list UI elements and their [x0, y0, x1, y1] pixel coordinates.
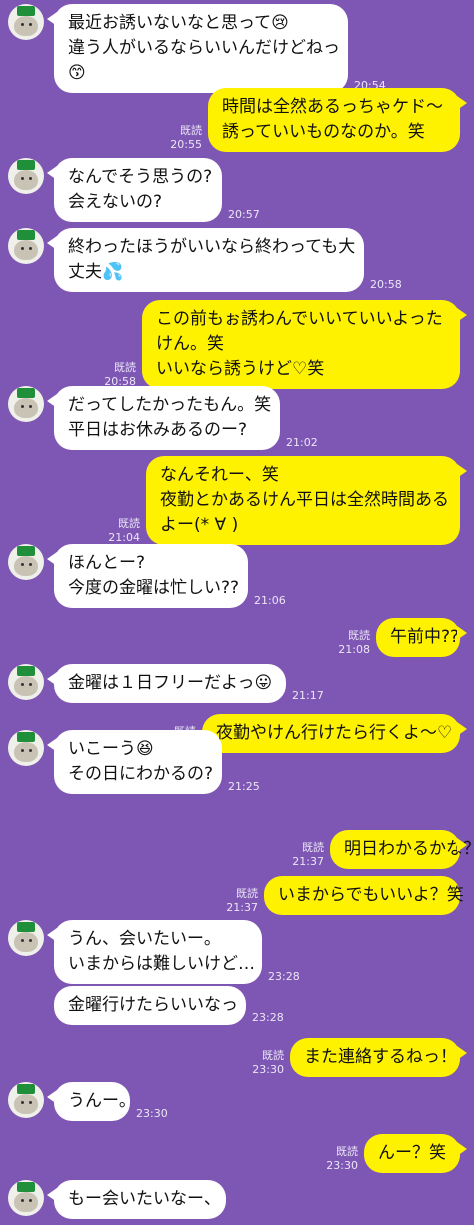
message-meta: 既読 23:30 — [252, 1049, 284, 1077]
message-timestamp: 21:17 — [292, 689, 324, 702]
message-meta: 21:02 — [286, 436, 318, 450]
message-row: 金曜は１日フリーだよっ😛 21:17 — [0, 664, 474, 703]
contact-avatar[interactable] — [8, 730, 44, 766]
read-receipt: 既読 — [302, 841, 324, 854]
message-row: なんでそう思うの? 会えないの? 20:57 — [0, 158, 474, 222]
read-receipt: 既読 — [180, 124, 202, 137]
message-timestamp: 21:08 — [338, 643, 370, 656]
sent-message-bubble[interactable]: いまからでもいいよ？笑 — [264, 876, 464, 915]
message-timestamp: 23:30 — [326, 1159, 358, 1172]
message-row: 金曜行けたらいいなっ 23:28 — [0, 986, 474, 1025]
message-row: うんー。 23:30 — [0, 1082, 474, 1121]
read-receipt: 既読 — [118, 517, 140, 530]
received-message-bubble[interactable]: なんでそう思うの? 会えないの? — [47, 158, 222, 222]
message-row: 最近お誘いないなと思って😢 違う人がいるならいいんだけどねっ 😙 20:54 — [0, 4, 474, 93]
message-timestamp: 20:58 — [370, 278, 402, 291]
message-meta: 既読 21:08 — [338, 629, 370, 657]
message-row: 終わったほうがいいなら終わっても大 丈夫💦 20:58 — [0, 228, 474, 292]
message-timestamp: 23:30 — [136, 1107, 168, 1120]
message-row: また連絡するねっ！ 既読 23:30 — [0, 1038, 474, 1077]
received-message-bubble[interactable]: 最近お誘いないなと思って😢 違う人がいるならいいんだけどねっ 😙 — [47, 4, 348, 93]
received-message-bubble[interactable]: うんー。 — [47, 1082, 136, 1121]
sent-message-bubble[interactable]: この前もぉ誘わんでいいていいよった けん。笑 いいなら誘うけど♡笑 — [142, 300, 467, 389]
message-row: 時間は全然あるっちゃケド〜 誘っていいものなのか。笑 既読 20:55 — [0, 88, 474, 152]
message-timestamp: 23:28 — [252, 1011, 284, 1024]
read-receipt: 既読 — [336, 1145, 358, 1158]
message-meta: 既読 21:04 — [108, 517, 140, 545]
message-row: ほんとー? 今度の金曜は忙しい?? 21:06 — [0, 544, 474, 608]
message-row: この前もぉ誘わんでいいていいよった けん。笑 いいなら誘うけど♡笑 既読 20:58 — [0, 300, 474, 389]
message-row: もー会いたいなー、 — [0, 1180, 474, 1219]
message-row: いこーう😆 その日にわかるの? 21:25 — [0, 730, 474, 794]
sent-message-bubble[interactable]: なんそれー、笑 夜勤とかあるけん平日は全然時間ある よー(* ∀ ) — [146, 456, 467, 545]
read-receipt: 既読 — [114, 361, 136, 374]
message-meta: 23:30 — [136, 1107, 168, 1121]
read-receipt: 既読 — [348, 629, 370, 642]
received-message-bubble[interactable]: 終わったほうがいいなら終わっても大 丈夫💦 — [47, 228, 364, 292]
contact-avatar[interactable] — [8, 158, 44, 194]
message-meta: 既読 20:58 — [104, 361, 136, 389]
message-row: 明日わかるかな？ 既読 21:37 — [0, 830, 474, 869]
message-meta: 既読 21:37 — [226, 887, 258, 915]
sent-message-bubble[interactable]: 時間は全然あるっちゃケド〜 誘っていいものなのか。笑 — [208, 88, 467, 152]
received-message-bubble[interactable]: だってしたかったもん。笑 平日はお休みあるのー? — [47, 386, 280, 450]
message-timestamp: 20:55 — [170, 138, 202, 151]
message-row: 午前中?? 既読 21:08 — [0, 618, 474, 657]
sent-message-bubble[interactable]: 明日わかるかな？ — [330, 830, 474, 869]
contact-avatar[interactable] — [8, 1082, 44, 1118]
sent-message-bubble[interactable]: また連絡するねっ！ — [290, 1038, 467, 1077]
message-row: んー？笑 既読 23:30 — [0, 1134, 474, 1173]
contact-avatar[interactable] — [8, 1180, 44, 1216]
message-row: なんそれー、笑 夜勤とかあるけん平日は全然時間ある よー(* ∀ ) 既読 21:0… — [0, 456, 474, 545]
message-meta: 既読 21:37 — [292, 841, 324, 869]
message-timestamp: 23:30 — [252, 1063, 284, 1076]
message-meta: 既読 20:55 — [170, 124, 202, 152]
received-message-bubble[interactable]: いこーう😆 その日にわかるの? — [47, 730, 222, 794]
message-timestamp: 21:37 — [226, 901, 258, 914]
message-timestamp: 20:57 — [228, 208, 260, 221]
read-receipt: 既読 — [236, 887, 258, 900]
received-message-bubble[interactable]: 金曜は１日フリーだよっ😛 — [47, 664, 286, 703]
contact-avatar[interactable] — [8, 920, 44, 956]
message-meta: 23:28 — [252, 1011, 284, 1025]
message-row: だってしたかったもん。笑 平日はお休みあるのー? 21:02 — [0, 386, 474, 450]
message-meta: 23:28 — [268, 970, 300, 984]
message-timestamp: 21:37 — [292, 855, 324, 868]
contact-avatar[interactable] — [8, 386, 44, 422]
message-timestamp: 21:04 — [108, 531, 140, 544]
message-timestamp: 23:28 — [268, 970, 300, 983]
sent-message-bubble[interactable]: んー？笑 — [364, 1134, 467, 1173]
contact-avatar[interactable] — [8, 664, 44, 700]
sent-message-bubble[interactable]: 午前中?? — [376, 618, 467, 657]
contact-avatar[interactable] — [8, 228, 44, 264]
contact-avatar[interactable] — [8, 544, 44, 580]
message-row: いまからでもいいよ？笑 既読 21:37 — [0, 876, 474, 915]
message-meta: 21:25 — [228, 780, 260, 794]
received-message-bubble[interactable]: うん、会いたいー。 いまからは難しいけど… — [47, 920, 262, 984]
message-meta: 既読 23:30 — [326, 1145, 358, 1173]
message-timestamp: 21:02 — [286, 436, 318, 449]
message-row: うん、会いたいー。 いまからは難しいけど… 23:28 — [0, 920, 474, 984]
message-meta: 21:17 — [292, 689, 324, 703]
message-meta: 21:06 — [254, 594, 286, 608]
message-timestamp: 21:25 — [228, 780, 260, 793]
received-message-bubble[interactable]: ほんとー? 今度の金曜は忙しい?? — [47, 544, 248, 608]
received-message-bubble[interactable]: もー会いたいなー、 — [47, 1180, 226, 1219]
received-message-bubble[interactable]: 金曜行けたらいいなっ — [54, 986, 246, 1025]
read-receipt: 既読 — [262, 1049, 284, 1062]
message-timestamp: 21:06 — [254, 594, 286, 607]
contact-avatar[interactable] — [8, 4, 44, 40]
message-meta: 20:57 — [228, 208, 260, 222]
message-meta: 20:58 — [370, 278, 402, 292]
chat-thread[interactable]: 最近お誘いないなと思って😢 違う人がいるならいいんだけどねっ 😙 20:54 時間は… — [0, 0, 474, 1225]
